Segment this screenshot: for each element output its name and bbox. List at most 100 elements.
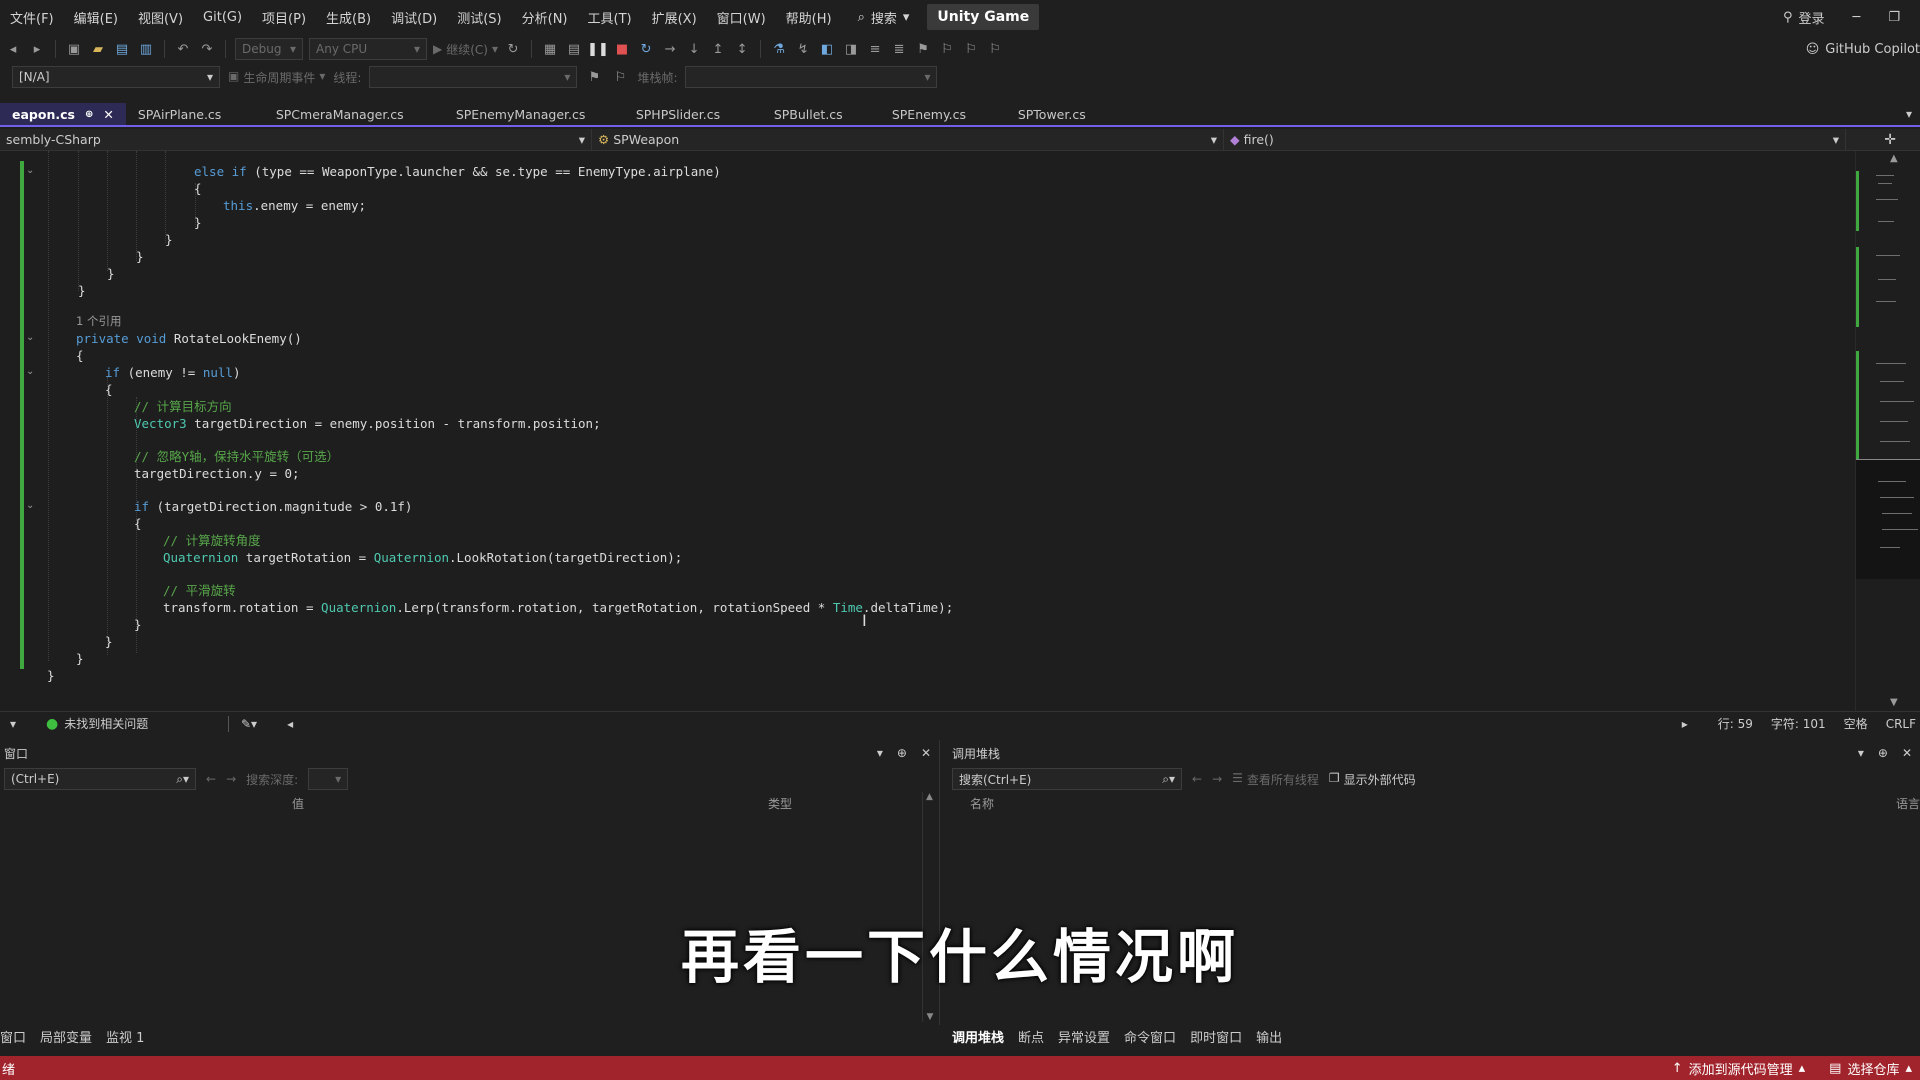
add-source-control-button[interactable]: ↑ 添加到源代码管理 ▴ [1672, 1059, 1805, 1078]
menu-window[interactable]: 窗口(W) [707, 8, 776, 27]
watch-search-input[interactable]: (Ctrl+E) ⌕▾ [4, 768, 196, 790]
pin-icon[interactable]: ⊕ [85, 109, 93, 120]
view-all-threads-button[interactable]: ☰ 查看所有线程 [1232, 771, 1319, 788]
windows-icon[interactable]: ◨ [842, 40, 860, 58]
tab-spcmeramanager[interactable]: SPCmeraManager.cs [264, 103, 444, 125]
line-indicator[interactable]: 行: 59 [1718, 715, 1753, 732]
code-cleanup-icon[interactable]: ✎▾ [241, 717, 257, 731]
scroll-down-icon[interactable]: ▼ [923, 1012, 937, 1022]
save-all-icon[interactable]: ▥ [137, 40, 155, 58]
fold-toggle[interactable]: ⌄ [26, 500, 34, 511]
menu-view[interactable]: 视图(V) [128, 8, 193, 27]
attach-icon[interactable]: ▦ [541, 40, 559, 58]
class-dropdown[interactable]: ⚙ SPWeapon ▾ [592, 129, 1224, 150]
menu-debug[interactable]: 调试(D) [381, 8, 447, 27]
bookmark-next-icon[interactable]: ⚐ [962, 40, 980, 58]
lifecycle-events-button[interactable]: ▣ 生命周期事件 ▾ [228, 69, 325, 86]
tab-sptower[interactable]: SPTower.cs [1006, 103, 1126, 125]
tab-locals[interactable]: 局部变量 [40, 1027, 92, 1046]
member-dropdown[interactable]: ◆ fire() ▾ [1224, 129, 1846, 150]
copilot-button[interactable]: ☺ GitHub Copilot [1806, 42, 1920, 57]
scroll-up-icon[interactable]: ▲ [1890, 153, 1898, 164]
login-button[interactable]: ⚲ 登录 [1783, 8, 1825, 27]
uncomment-icon[interactable]: ≣ [890, 40, 908, 58]
fold-toggle[interactable]: ⌄ [26, 332, 34, 343]
column-value[interactable]: 值 [292, 795, 304, 812]
pause-icon[interactable]: ❚❚ [587, 40, 609, 58]
step-into-icon[interactable]: ↓ [685, 40, 703, 58]
step-out-icon[interactable]: ↥ [709, 40, 727, 58]
breakpoints-icon[interactable]: ◧ [818, 40, 836, 58]
column-language[interactable]: 语言 [1896, 795, 1920, 812]
diagnostics-icon[interactable]: ⚗ [770, 40, 788, 58]
new-project-icon[interactable]: ▣ [65, 40, 83, 58]
tab-overflow-icon[interactable]: ▾ [1898, 103, 1920, 125]
tab-call-stack[interactable]: 调用堆栈 [952, 1027, 1004, 1046]
tab-watch-1[interactable]: 监视 1 [106, 1027, 144, 1046]
forward-icon[interactable]: ▸ [28, 40, 46, 58]
tab-spenemymanager[interactable]: SPEnemyManager.cs [444, 103, 624, 125]
bookmark-clear-icon[interactable]: ⚐ [986, 40, 1004, 58]
fold-toggle[interactable]: ⌄ [26, 165, 34, 176]
code-editor[interactable]: ⌄ ⌄ ⌄ ⌄ else if (type == WeaponType.laun… [0, 151, 1855, 711]
restart-icon[interactable]: ↻ [637, 40, 655, 58]
fold-toggle[interactable]: ⌄ [26, 366, 34, 377]
step-over-icon[interactable]: → [661, 40, 679, 58]
pin-icon[interactable]: ⊕ [897, 746, 907, 760]
layout-icon[interactable]: ▤ [565, 40, 583, 58]
minimap[interactable]: ▲ ▼ [1855, 151, 1920, 711]
bookmark-icon[interactable]: ⚑ [914, 40, 932, 58]
reference-count-codelens[interactable]: 1 个引用 [76, 313, 121, 330]
scroll-right-icon[interactable]: ▸ [1682, 717, 1688, 731]
tab-spenemy[interactable]: SPEnemy.cs [880, 103, 1006, 125]
refresh-icon[interactable]: ↻ [504, 40, 522, 58]
menu-extensions[interactable]: 扩展(X) [642, 8, 707, 27]
tab-exception-settings[interactable]: 异常设置 [1058, 1027, 1110, 1046]
search-depth-select[interactable]: ▾ [308, 768, 349, 790]
stop-icon[interactable]: ■ [613, 40, 631, 58]
tab-immediate-window[interactable]: 即时窗口 [1190, 1027, 1242, 1046]
forward-icon[interactable]: → [1212, 772, 1222, 786]
hot-reload-icon[interactable]: ↯ [794, 40, 812, 58]
call-stack-search-input[interactable]: 搜索(Ctrl+E) ⌕▾ [952, 768, 1182, 790]
eol-indicator[interactable]: CRLF [1886, 717, 1920, 731]
spaces-indicator[interactable]: 空格 [1844, 715, 1868, 732]
menu-tools[interactable]: 工具(T) [578, 8, 642, 27]
restore-button[interactable]: ❐ [1888, 10, 1900, 25]
project-dropdown[interactable]: sembly-CSharp ▾ [0, 129, 592, 150]
column-type[interactable]: 类型 [768, 795, 792, 812]
menu-build[interactable]: 生成(B) [316, 8, 381, 27]
minimize-button[interactable]: ─ [1853, 10, 1861, 25]
scroll-down-icon[interactable]: ▼ [1890, 697, 1898, 708]
menu-file[interactable]: 文件(F) [0, 8, 64, 27]
issues-indicator[interactable]: ● 未找到相关问题 [46, 715, 216, 732]
menu-project[interactable]: 项目(P) [252, 8, 316, 27]
comment-icon[interactable]: ≡ [866, 40, 884, 58]
menu-analyze[interactable]: 分析(N) [512, 8, 578, 27]
select-repo-button[interactable]: ▤ 选择仓库 ▴ [1829, 1059, 1920, 1078]
scroll-up-icon[interactable]: ▲ [923, 792, 936, 802]
close-icon[interactable]: ✕ [1902, 746, 1912, 760]
bookmark-prev-icon[interactable]: ⚐ [938, 40, 956, 58]
step-back-icon[interactable]: ↕ [733, 40, 751, 58]
scroll-left-icon[interactable]: ◂ [287, 717, 293, 731]
show-external-code-button[interactable]: ❐ 显示外部代码 [1329, 771, 1416, 788]
back-icon[interactable]: ← [1192, 772, 1202, 786]
tab-spairplane[interactable]: SPAirPlane.cs [126, 103, 264, 125]
process-select[interactable]: [N/A] ▾ [12, 66, 220, 88]
tab-output[interactable]: 输出 [1256, 1027, 1282, 1046]
redo-icon[interactable]: ↷ [198, 40, 216, 58]
configuration-select[interactable]: Debug ▾ [235, 38, 303, 60]
menu-test[interactable]: 测试(S) [447, 8, 511, 27]
save-icon[interactable]: ▤ [113, 40, 131, 58]
back-icon[interactable]: ◂ [4, 40, 22, 58]
tab-breakpoints[interactable]: 断点 [1018, 1027, 1044, 1046]
continue-button[interactable]: ▶ 继续(C) ▾ [433, 41, 498, 58]
pin-icon[interactable]: ⊕ [1878, 746, 1888, 760]
back-icon[interactable]: ← [206, 772, 216, 786]
tab-command-window[interactable]: 命令窗口 [1124, 1027, 1176, 1046]
menu-help[interactable]: 帮助(H) [776, 8, 842, 27]
forward-icon[interactable]: → [226, 772, 236, 786]
filter-icon[interactable]: ⚐ [611, 68, 629, 86]
stack-frame-select[interactable]: ▾ [685, 66, 938, 88]
